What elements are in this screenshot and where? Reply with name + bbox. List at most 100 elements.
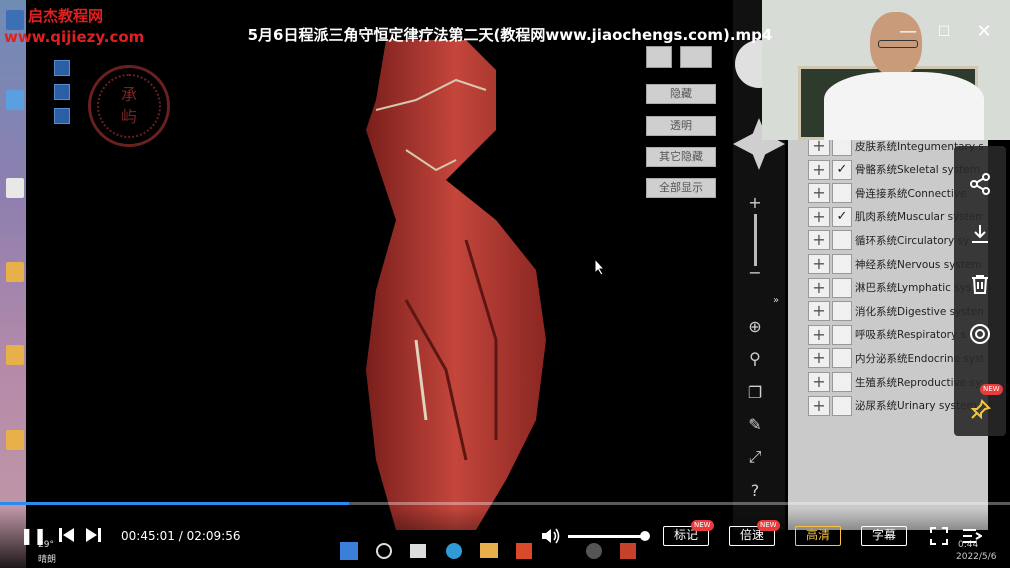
weather-text: 晴朗 <box>38 555 57 565</box>
seal-char: 承 <box>120 85 137 104</box>
office-icon[interactable] <box>516 543 532 559</box>
view-cube-button[interactable] <box>646 46 672 68</box>
transparent-button[interactable]: 透明 <box>646 116 716 136</box>
desktop-icon[interactable] <box>6 10 24 30</box>
share-icon[interactable] <box>968 172 992 196</box>
playlist-icon[interactable] <box>962 527 983 549</box>
system-checkbox[interactable] <box>832 348 852 369</box>
zoom-in-icon[interactable]: + <box>744 192 766 214</box>
figure-icon[interactable]: ⚲ <box>744 348 766 370</box>
volume-icon[interactable] <box>540 526 562 550</box>
delete-icon[interactable] <box>968 272 992 296</box>
mouse-cursor-icon <box>594 258 606 276</box>
system-checkbox[interactable]: ✓ <box>832 159 852 180</box>
next-icon[interactable] <box>84 527 102 547</box>
minimize-icon[interactable]: — <box>898 22 918 42</box>
desktop-background <box>0 0 26 568</box>
volume-slider[interactable] <box>568 535 644 538</box>
expand-icon[interactable]: + <box>808 324 830 345</box>
recycle-bin-icon[interactable] <box>6 178 24 198</box>
edge-icon[interactable] <box>446 543 462 559</box>
expand-icon[interactable]: + <box>808 230 830 251</box>
explorer-icon[interactable] <box>480 543 498 558</box>
layers-icon[interactable]: ❐ <box>744 382 766 404</box>
tool-button[interactable] <box>54 60 70 76</box>
expand-icon[interactable]: + <box>808 348 830 369</box>
video-title: 5月6日程派三角守恒定律疗法第二天(教程网www.jiaochengs.com)… <box>247 26 773 44</box>
pause-icon[interactable]: ❚❚ <box>20 526 47 545</box>
start-icon[interactable] <box>340 542 358 560</box>
webcam-overlay <box>762 0 1010 140</box>
app-left-toolbar <box>54 60 72 132</box>
new-badge: NEW <box>691 520 714 531</box>
pin-icon[interactable] <box>968 398 992 422</box>
progress-fill <box>0 502 350 505</box>
fullscreen-icon[interactable]: ⤢ <box>744 446 766 468</box>
zoom-slider[interactable] <box>754 214 757 266</box>
expand-icon[interactable]: + <box>808 254 830 274</box>
new-badge: NEW <box>980 384 1003 395</box>
watermark-site-name: 启杰教程网 <box>28 7 104 25</box>
previous-icon[interactable] <box>58 527 76 547</box>
maximize-icon[interactable]: ☐ <box>934 22 954 42</box>
system-checkbox[interactable]: ✓ <box>832 206 852 227</box>
tool-button[interactable] <box>54 84 70 100</box>
system-checkbox[interactable] <box>832 254 852 274</box>
pen-icon[interactable]: ✎ <box>744 414 766 436</box>
task-view-icon[interactable] <box>410 544 426 558</box>
expand-icon[interactable]: + <box>808 277 830 298</box>
system-checkbox[interactable] <box>832 301 852 322</box>
fullscreen-icon[interactable] <box>930 527 948 549</box>
anatomy-model-image <box>366 40 546 530</box>
windows-taskbar: 29° 晴朗 0:44 2022/5/6 <box>0 540 1010 568</box>
progress-bar[interactable] <box>0 502 1010 505</box>
settings-icon[interactable] <box>968 322 992 346</box>
expand-icon[interactable]: + <box>808 159 830 180</box>
powerpoint-icon[interactable] <box>620 543 636 559</box>
new-badge: NEW <box>757 520 780 531</box>
system-checkbox[interactable] <box>832 372 852 392</box>
app-icon[interactable] <box>586 543 602 559</box>
hide-others-button[interactable]: 其它隐藏 <box>646 147 716 167</box>
show-all-button[interactable]: 全部显示 <box>646 178 716 198</box>
help-icon[interactable]: ? <box>744 480 766 502</box>
player-side-toolbar: NEW <box>954 146 1006 436</box>
center-icon[interactable]: ⊕ <box>744 316 766 338</box>
zoom-out-icon[interactable]: − <box>744 262 766 284</box>
expand-icon[interactable]: + <box>808 206 830 227</box>
quality-button[interactable]: 高清 <box>795 526 841 546</box>
view-frame-button[interactable] <box>680 46 712 68</box>
time-separator: / <box>174 529 187 543</box>
expand-icon[interactable]: + <box>808 372 830 392</box>
expand-icon[interactable]: + <box>808 395 830 416</box>
time-total: 02:09:56 <box>186 529 241 543</box>
expand-icon[interactable]: + <box>808 183 830 204</box>
tool-button[interactable] <box>54 108 70 124</box>
folder-icon[interactable] <box>6 430 24 450</box>
time-current: 00:45:01 <box>121 529 175 543</box>
clock-date: 2022/5/6 <box>956 552 997 562</box>
system-checkbox[interactable] <box>832 230 852 251</box>
folder-icon[interactable] <box>6 262 24 282</box>
download-icon[interactable] <box>968 222 992 246</box>
expand-icon[interactable]: + <box>808 301 830 322</box>
watermark-url: www.qijiezy.com <box>4 28 145 46</box>
system-checkbox[interactable] <box>832 183 852 204</box>
desktop-icon[interactable] <box>6 90 24 110</box>
seal-logo: 承 屿 <box>88 65 170 147</box>
seal-char: 屿 <box>120 107 137 126</box>
taskbar-search-icon[interactable] <box>376 543 392 559</box>
subtitle-button[interactable]: 字幕 <box>861 526 907 546</box>
video-player-window: 承 屿 隐藏 透明 其它隐藏 全部显示 + − » ⊕ ⚲ ❐ ✎ ⤢ ? + 皮… <box>0 0 1010 568</box>
video-frame[interactable]: 承 屿 隐藏 透明 其它隐藏 全部显示 <box>26 0 788 530</box>
folder-icon[interactable] <box>6 345 24 365</box>
close-icon[interactable]: ✕ <box>974 22 994 42</box>
system-checkbox[interactable] <box>832 277 852 298</box>
system-checkbox[interactable] <box>832 324 852 345</box>
collapse-panel-icon[interactable]: » <box>765 290 787 312</box>
presenter-shirt <box>824 72 984 140</box>
time-display: 00:45:01 / 02:09:56 <box>121 529 240 543</box>
hide-button[interactable]: 隐藏 <box>646 84 716 104</box>
system-checkbox[interactable] <box>832 395 852 416</box>
volume-handle[interactable] <box>640 531 650 541</box>
